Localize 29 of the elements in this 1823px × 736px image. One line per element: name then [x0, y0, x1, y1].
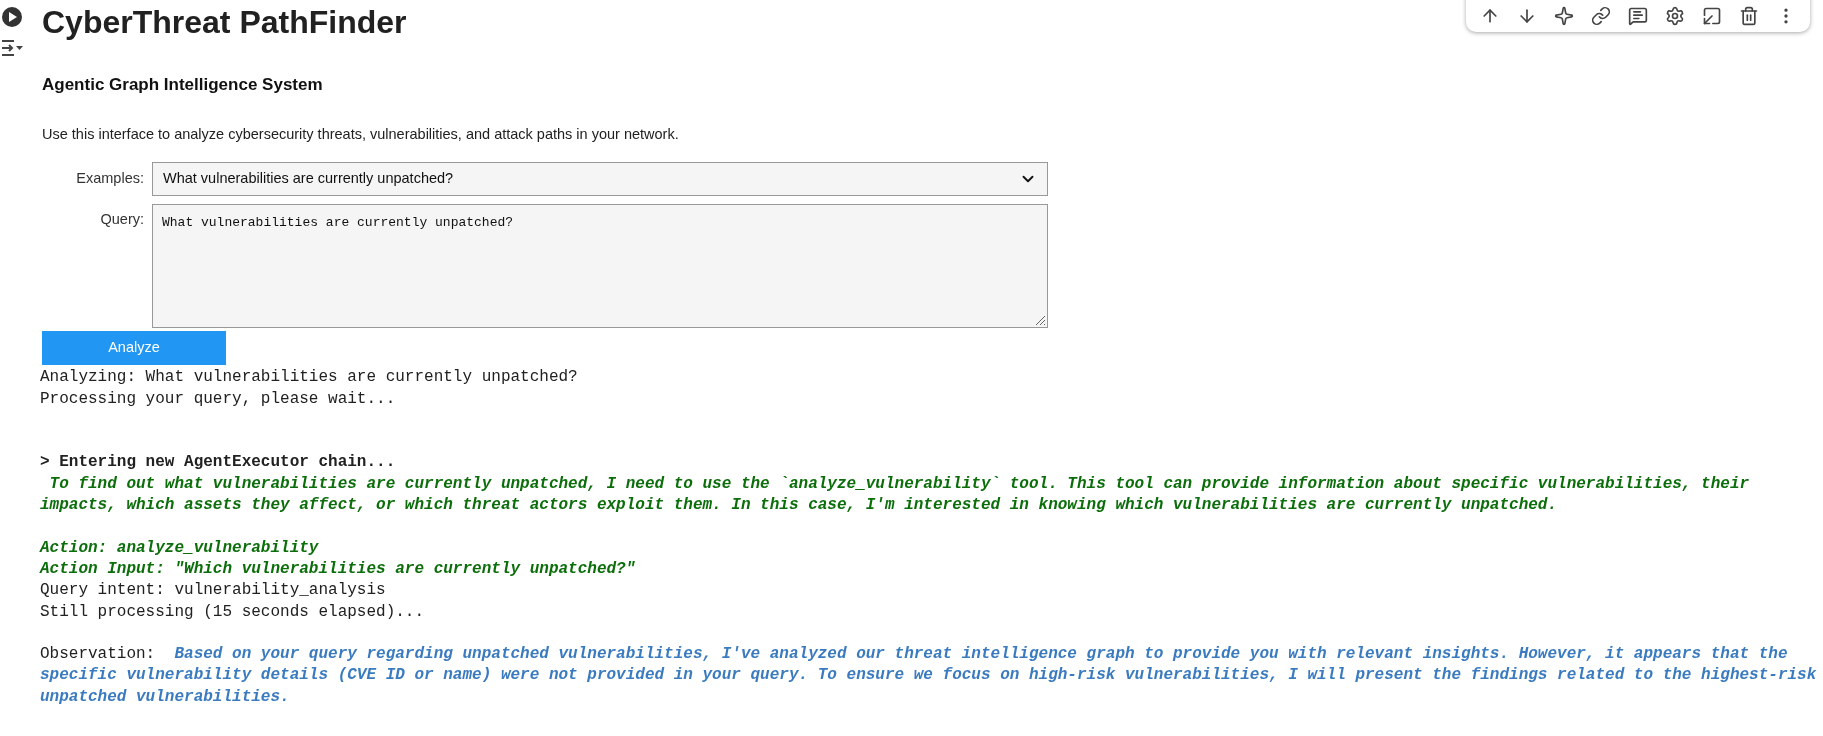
- output-text: Processing your query, please wait...: [40, 389, 396, 408]
- trash-icon[interactable]: [1739, 6, 1759, 26]
- comment-icon[interactable]: [1628, 6, 1648, 26]
- run-icon[interactable]: [1, 6, 23, 28]
- resize-handle-icon[interactable]: [1034, 314, 1046, 327]
- mirror-icon[interactable]: [1702, 6, 1722, 26]
- output-text: Query intent: vulnerability_analysis: [40, 581, 386, 600]
- agent-thought: impacts, which assets they affect, or which threat actors exploit them. In this case, I'm interested in knowing which vulnerabilities are currently unpatched.: [40, 496, 1558, 515]
- agent-thought: Action Input: "Which vulnerabilities are currently unpatched?": [40, 559, 636, 578]
- observation-text: unpatched vulnerabilities.: [40, 687, 290, 706]
- field-label: Query:: [99, 210, 145, 230]
- output-text: Analyzing: What vulnerabilities are currently unpatched?: [40, 368, 578, 387]
- output-text: Observation:: [40, 645, 157, 664]
- link-icon[interactable]: [1591, 6, 1611, 26]
- settings-icon[interactable]: [1665, 6, 1685, 26]
- sparkle-icon[interactable]: [1554, 6, 1574, 26]
- field-label: Examples:: [75, 169, 145, 189]
- output-text: Still processing (15 seconds elapsed)...: [40, 602, 425, 621]
- output-toggle-icon[interactable]: [0, 38, 24, 58]
- agent-thought: To find out what vulnerabilities are currently unpatched, I need to use the `analyze_vulnerability` tool. This tool can provide information about specific vulnerabilities, their: [48, 474, 1750, 493]
- observation-text: Based on your query regarding unpatched vulnerabilities, I've analyzed our threat intelligence graph to provide you with relevant insights. However, it appears that the: [174, 645, 1788, 664]
- description: Use this interface to analyze cybersecurity threats, vulnerabilities, and attack paths in your network.: [42, 124, 680, 144]
- page-title: CyberThreat PathFinder: [42, 3, 407, 42]
- agent-thought: Action: analyze_vulnerability: [40, 538, 319, 557]
- examples-dropdown[interactable]: What vulnerabilities are currently unpatched?: [152, 162, 1048, 197]
- observation-text: specific vulnerability details (CVE ID or name) were not provided in your query. To ensure we focus on high-risk vulnerabilities, I will present the findings related to the highest-risk: [40, 666, 1817, 685]
- query-field[interactable]: What vulnerabilities are currently unpatched?: [152, 204, 1048, 329]
- chain-heading: > Entering new AgentExecutor chain...: [40, 453, 396, 472]
- subtitle: Agentic Graph Intelligence System: [42, 74, 324, 96]
